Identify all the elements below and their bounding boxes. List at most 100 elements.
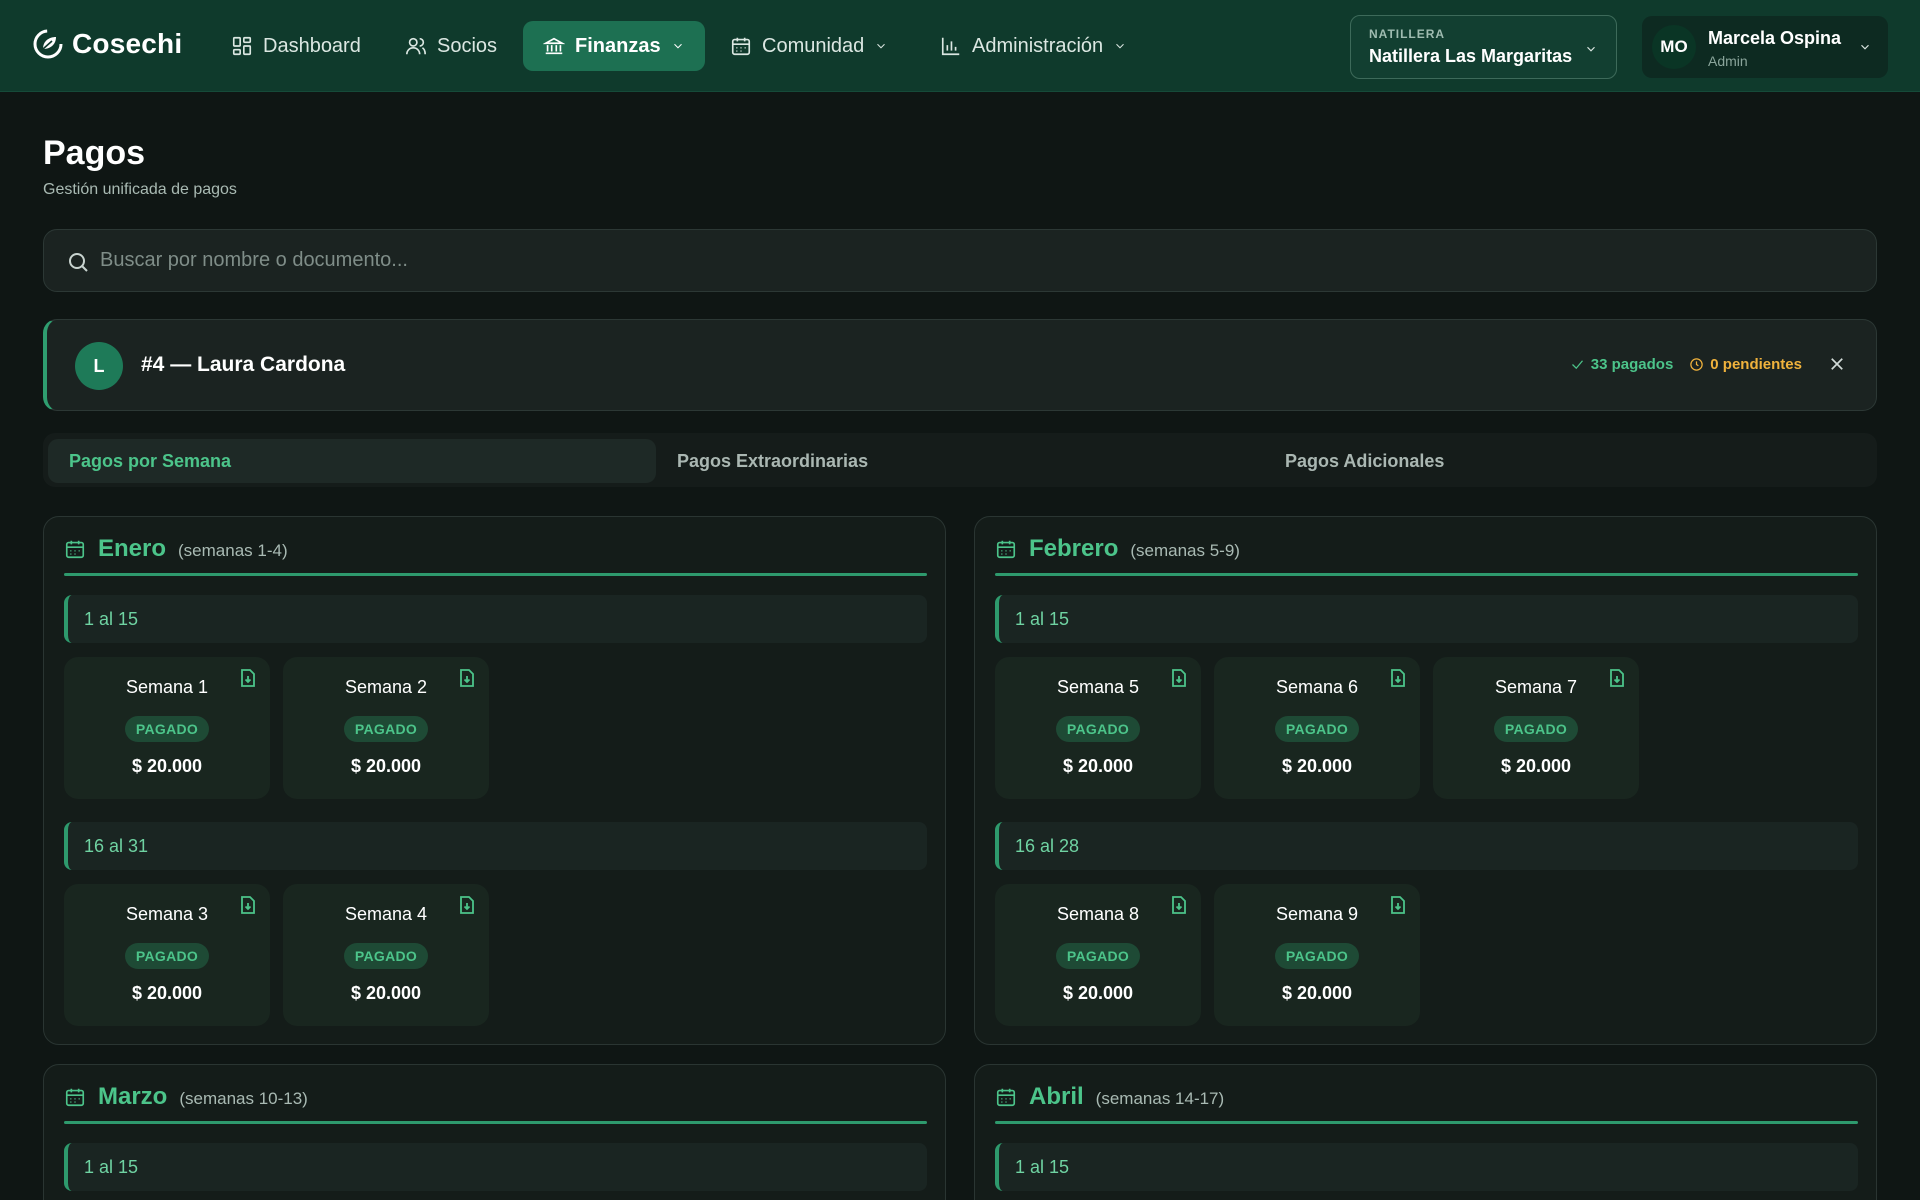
user-name: Marcela Ospina (1708, 28, 1842, 48)
status-badge: PAGADO (125, 716, 209, 742)
month-divider (995, 573, 1858, 576)
users-icon (406, 37, 426, 55)
week-amount: $ 20.000 (131, 983, 203, 1003)
user-menu[interactable]: MO Marcela Ospina Admin (1642, 16, 1888, 78)
leaf-spiral-icon (33, 29, 63, 59)
nav-dashboard[interactable]: Dashboard (211, 21, 381, 71)
month-header: Marzo (semanas 10-13) (64, 1083, 308, 1111)
status-badge: PAGADO (1494, 716, 1578, 742)
calendar-icon (996, 1088, 1016, 1107)
nav-administracion-label: Administración (972, 34, 1104, 57)
week-card-3[interactable]: Semana 3 PAGADO $ 20.000 (64, 884, 270, 1026)
payment-tabs: Pagos por Semana Pagos Extraordinarias P… (43, 433, 1877, 487)
close-member-button[interactable] (1828, 355, 1846, 373)
file-download-icon (1172, 896, 1186, 914)
status-badge: PAGADO (344, 716, 428, 742)
search-input[interactable] (100, 230, 1840, 291)
period-header: 1 al 15 (995, 595, 1858, 643)
nav-finanzas-label: Finanzas (575, 34, 661, 57)
status-badge: PAGADO (344, 943, 428, 969)
month-range: (semanas 5-9) (1130, 541, 1240, 560)
month-card-febrero: Febrero (semanas 5-9) 1 al 15 Semana 5 P… (974, 516, 1877, 1045)
status-badge: PAGADO (1056, 943, 1140, 969)
receipt-download-button[interactable] (240, 669, 256, 687)
week-card-5[interactable]: Semana 5 PAGADO $ 20.000 (995, 657, 1201, 799)
month-range: (semanas 14-17) (1095, 1089, 1225, 1108)
month-name: Marzo (98, 1083, 168, 1110)
week-card-7[interactable]: Semana 7 PAGADO $ 20.000 (1433, 657, 1639, 799)
month-range: (semanas 1-4) (178, 541, 288, 560)
week-card-1[interactable]: Semana 1 PAGADO $ 20.000 (64, 657, 270, 799)
file-download-icon (460, 896, 474, 914)
chevron-down-icon (1861, 44, 1869, 50)
nav-finanzas[interactable]: Finanzas (523, 21, 705, 71)
app-logo[interactable]: Cosechi (32, 28, 182, 60)
paid-count: 33 pagados (1570, 356, 1674, 373)
natillera-label: NATILLERA (1369, 27, 1446, 41)
paid-count-label: 33 pagados (1590, 356, 1674, 373)
calendar-icon (65, 540, 85, 559)
pending-count: 0 pendientes (1689, 356, 1802, 373)
chevron-down-icon (673, 43, 682, 49)
month-card-abril: Abril (semanas 14-17) 1 al 15 (974, 1064, 1877, 1200)
month-name: Abril (1029, 1083, 1084, 1110)
period-header: 16 al 31 (64, 822, 927, 870)
nav-socios-label: Socios (437, 34, 498, 57)
user-avatar: MO (1652, 25, 1696, 69)
status-badge: PAGADO (1275, 716, 1359, 742)
month-divider (64, 573, 927, 576)
month-card-enero: Enero (semanas 1-4) 1 al 15 Semana 1 PAG… (43, 516, 946, 1045)
month-range: (semanas 10-13) (179, 1089, 308, 1108)
page-title: Pagos (43, 134, 146, 172)
top-navbar: Cosechi Dashboard Socios Finanzas Comuni… (0, 0, 1920, 92)
tab-weekly-payments[interactable]: Pagos por Semana (48, 439, 656, 483)
receipt-download-button[interactable] (459, 669, 475, 687)
receipt-download-button[interactable] (1171, 669, 1187, 687)
page-subtitle: Gestión unificada de pagos (43, 181, 237, 198)
week-amount: $ 20.000 (1281, 983, 1353, 1003)
nav-administracion[interactable]: Administración (920, 21, 1147, 71)
period-header: 1 al 15 (995, 1143, 1858, 1191)
month-name: Febrero (1029, 535, 1119, 562)
file-download-icon (1172, 669, 1186, 687)
receipt-download-button[interactable] (1171, 896, 1187, 914)
week-amount: $ 20.000 (131, 756, 203, 776)
receipt-download-button[interactable] (459, 896, 475, 914)
tab-extraordinary-payments[interactable]: Pagos Extraordinarias (656, 439, 1264, 483)
week-card-8[interactable]: Semana 8 PAGADO $ 20.000 (995, 884, 1201, 1026)
file-download-icon (241, 896, 255, 914)
week-card-6[interactable]: Semana 6 PAGADO $ 20.000 (1214, 657, 1420, 799)
file-download-icon (1610, 669, 1624, 687)
member-name: #4 — Laura Cardona (141, 353, 346, 376)
week-card-9[interactable]: Semana 9 PAGADO $ 20.000 (1214, 884, 1420, 1026)
month-card-marzo: Marzo (semanas 10-13) 1 al 15 (43, 1064, 946, 1200)
member-stats: 33 pagados 0 pendientes (1570, 356, 1802, 373)
receipt-download-button[interactable] (1390, 896, 1406, 914)
receipt-download-button[interactable] (1390, 669, 1406, 687)
grid-icon (232, 36, 252, 56)
nav-socios[interactable]: Socios (385, 21, 517, 71)
period-header: 16 al 28 (995, 822, 1858, 870)
period-header: 1 al 15 (64, 1143, 927, 1191)
natillera-selector[interactable]: NATILLERA Natillera Las Margaritas (1350, 15, 1617, 79)
month-header: Febrero (semanas 5-9) (995, 535, 1240, 563)
week-amount: $ 20.000 (1062, 756, 1134, 776)
member-avatar: L (75, 342, 123, 390)
calendar-icon (996, 540, 1016, 559)
file-download-icon (241, 669, 255, 687)
receipt-download-button[interactable] (240, 896, 256, 914)
week-card-2[interactable]: Semana 2 PAGADO $ 20.000 (283, 657, 489, 799)
nav-comunidad-label: Comunidad (762, 34, 865, 57)
week-card-4[interactable]: Semana 4 PAGADO $ 20.000 (283, 884, 489, 1026)
month-name: Enero (98, 535, 167, 562)
receipt-download-button[interactable] (1609, 669, 1625, 687)
chevron-down-icon (1587, 46, 1595, 52)
check-icon (1571, 360, 1583, 370)
week-amount: $ 20.000 (1281, 756, 1353, 776)
file-download-icon (1391, 896, 1405, 914)
tab-additional-payments[interactable]: Pagos Adicionales (1264, 439, 1872, 483)
month-header: Enero (semanas 1-4) (64, 535, 288, 563)
period-header: 1 al 15 (64, 595, 927, 643)
nav-comunidad[interactable]: Comunidad (710, 21, 908, 71)
status-badge: PAGADO (125, 943, 209, 969)
